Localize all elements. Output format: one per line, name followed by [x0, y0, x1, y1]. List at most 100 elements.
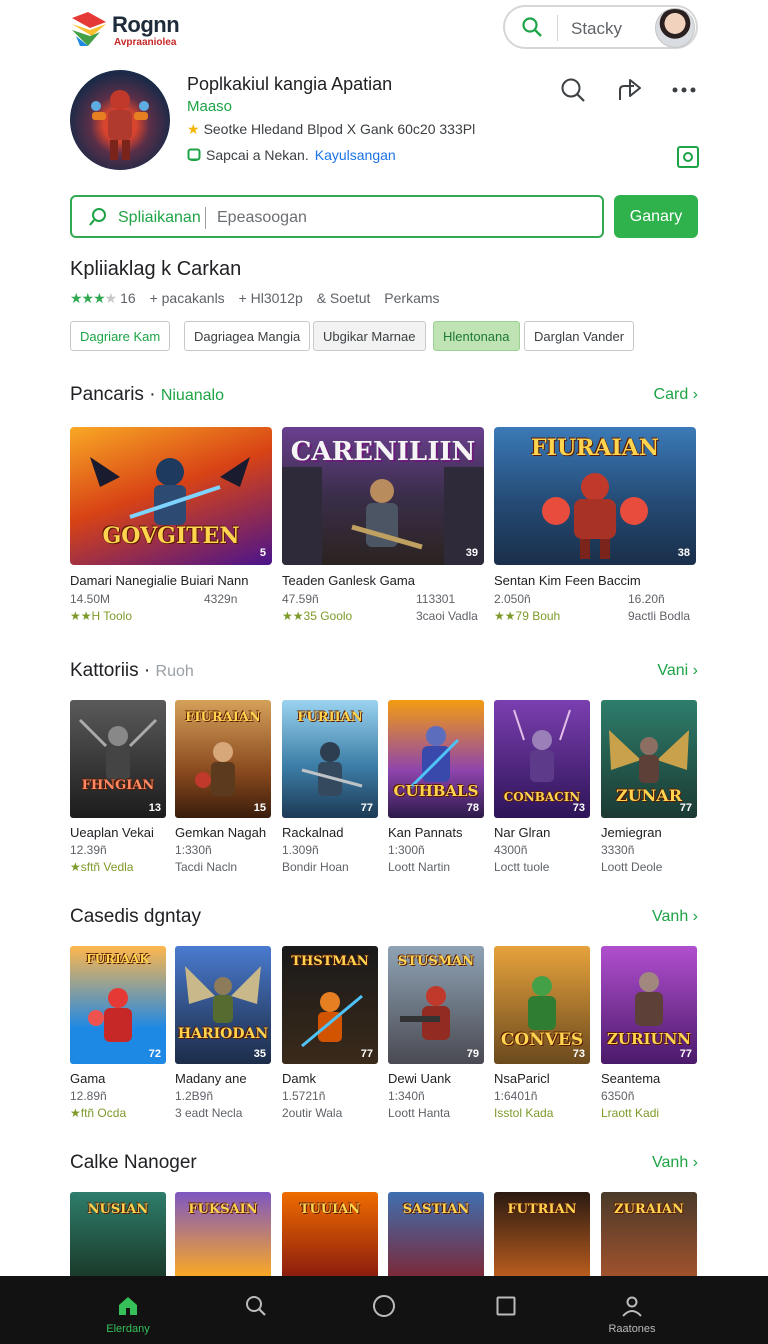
- app-contains-link[interactable]: Kayulsangan: [315, 147, 396, 163]
- game-thumbnail: FUTRIAN: [494, 1192, 590, 1276]
- app-header: Poplkakiul kangia Apatian Maaso ★ Seotke …: [0, 64, 768, 184]
- art-caption: FUTRIAN: [507, 1202, 577, 1217]
- nav-system-home[interactable]: [334, 1276, 434, 1344]
- game-card[interactable]: FUKSAIN: [175, 1192, 271, 1276]
- logo-title: Rognn: [112, 12, 180, 37]
- section-header: Kattoriis · Ruoh Vani ›: [70, 660, 698, 686]
- chip[interactable]: Ubgikar Marnae: [313, 321, 426, 351]
- see-more-link[interactable]: Vanh ›: [652, 1154, 698, 1172]
- game-card[interactable]: ZURAIAN: [601, 1192, 697, 1276]
- game-rating: ★★79 Bouh: [494, 609, 561, 623]
- app-developer[interactable]: Maaso: [187, 98, 232, 115]
- game-card[interactable]: CONBACIN 73 Nar Glran 4300ñ Loctt tuole: [494, 700, 590, 875]
- game-card[interactable]: CONVES 73 NsaParicl 1:6401ñ Isstol Kada: [494, 946, 590, 1121]
- game-downloads: 1:330ñ: [175, 843, 212, 857]
- game-card[interactable]: GOVGITEN 5 Damari Nanegialie Buiari Nann…: [70, 427, 272, 627]
- game-tag: Bondir Hoan: [282, 860, 349, 874]
- game-title: Ueaplan Vekai: [70, 825, 154, 840]
- see-more-link[interactable]: Vanh ›: [652, 908, 698, 926]
- card-badge: 78: [466, 802, 479, 814]
- star-icon: ★: [187, 121, 200, 137]
- game-tag: Loott Deole: [601, 860, 663, 874]
- game-downloads: 2.050ñ: [494, 592, 531, 606]
- see-more-link[interactable]: Vani ›: [657, 662, 698, 680]
- install-row: Spliaikanan Epeasoogan Ganary: [0, 195, 768, 239]
- install-field[interactable]: Spliaikanan Epeasoogan: [70, 195, 604, 238]
- game-thumbnail: SASTIAN: [388, 1192, 484, 1276]
- game-card[interactable]: FURIAAK 72 Gama 12.89ñ ★ftñ Ocda: [70, 946, 166, 1121]
- screen-mode-icon[interactable]: [677, 146, 699, 168]
- share-icon[interactable]: [616, 76, 644, 104]
- game-card[interactable]: STUSMAN 79 Dewi Uank 1:340ñ Loott Hanta: [388, 946, 484, 1121]
- card-badge: 79: [466, 1048, 479, 1060]
- see-more-label: Vanh: [652, 1154, 689, 1171]
- app-title: Poplkakiul kangia Apatian: [187, 74, 393, 94]
- game-card[interactable]: FURIIAN 77 Rackalnad 1.309ñ Bondir Hoan: [282, 700, 378, 875]
- game-card[interactable]: FIURAIAN 15 Gemkan Nagah 1:330ñ Tacdi Na…: [175, 700, 271, 875]
- nav-home[interactable]: Elerdany: [78, 1276, 178, 1344]
- game-card[interactable]: FIURAIAN 38 Sentan Kim Feen Baccim 2.050…: [494, 427, 696, 627]
- art-caption: ZURAIAN: [614, 1202, 684, 1217]
- top-search-bar[interactable]: Stacky: [503, 5, 698, 49]
- game-thumbnail: FURIAAK 72: [70, 946, 166, 1064]
- game-card[interactable]: TUUIAN: [282, 1192, 378, 1276]
- app-store-logo[interactable]: Rognn Avpraaniolea: [70, 6, 190, 50]
- section-subtitle: Ruoh: [155, 663, 194, 680]
- game-card[interactable]: CARENILIIN 39 Teaden Ganlesk Gama 47.59ñ…: [282, 427, 484, 627]
- see-more-link[interactable]: Card ›: [654, 386, 698, 404]
- game-card[interactable]: CUHBALS 78 Kan Pannats 1:300ñ Loott Nart…: [388, 700, 484, 875]
- section-title-text: Kattoriis: [70, 660, 139, 681]
- chevron-right-icon: ›: [692, 662, 698, 679]
- game-downloads: 6350ñ: [601, 1089, 635, 1103]
- game-card[interactable]: NUSIAN: [70, 1192, 166, 1276]
- art-caption: CUHBALS: [393, 782, 479, 800]
- nav-profile[interactable]: Raatones: [582, 1276, 682, 1344]
- install-button[interactable]: Ganary: [614, 195, 698, 238]
- game-downloads: 1.2B9ñ: [175, 1089, 214, 1103]
- game-card[interactable]: SASTIAN: [388, 1192, 484, 1276]
- chip[interactable]: Darglan Vander: [524, 321, 635, 351]
- search-icon[interactable]: [559, 76, 587, 104]
- game-downloads: 1:300ñ: [388, 843, 425, 857]
- game-card[interactable]: FUTRIAN: [494, 1192, 590, 1276]
- card-badge: 39: [465, 547, 478, 559]
- game-card[interactable]: THSTMAN 77 Damk 1.5721ñ 2outir Wala: [282, 946, 378, 1121]
- game-thumbnail: CONVES 73: [494, 946, 590, 1064]
- art-caption: CONVES: [500, 1030, 584, 1050]
- search-icon: [522, 17, 542, 37]
- game-title: Sentan Kim Feen Baccim: [494, 573, 641, 588]
- chevron-right-icon: ›: [692, 1154, 698, 1171]
- card-badge: 77: [679, 802, 692, 814]
- game-thumbnail: NUSIAN: [70, 1192, 166, 1276]
- search-label: Stacky: [571, 19, 623, 38]
- nav-search[interactable]: [206, 1276, 306, 1344]
- game-tag: Loott Hanta: [388, 1106, 451, 1120]
- app-contains-text: Sapcai a Nekan.: [206, 147, 309, 163]
- game-card[interactable]: FHNGIAN 13 Ueaplan Vekai 12.39ñ ★sftñ Ve…: [70, 700, 166, 875]
- game-thumbnail: GOVGITEN 5: [70, 427, 272, 565]
- chip-active[interactable]: Hlentonana: [433, 321, 520, 351]
- game-card[interactable]: HARIODAN 35 Madany ane 1.2B9ñ 3 eadt Nec…: [175, 946, 271, 1121]
- art-caption: FURIAAK: [86, 952, 150, 966]
- stat-rated: & Soetut: [316, 290, 371, 306]
- game-thumbnail: CUHBALS 78: [388, 700, 484, 818]
- more-options-icon[interactable]: [670, 76, 698, 104]
- install-field-divider: [205, 207, 206, 229]
- game-tag: Tacdi Nacln: [175, 860, 238, 874]
- nav-label: Elerdany: [106, 1323, 150, 1335]
- art-caption: FHNGIAN: [81, 778, 155, 793]
- card-badge: 5: [259, 547, 266, 559]
- chevron-right-icon: ›: [692, 908, 698, 925]
- chip[interactable]: Dagriagea Mangia: [184, 321, 311, 351]
- game-card[interactable]: ZUNAR 77 Jemiegran 3330ñ Loott Deole: [601, 700, 697, 875]
- card-badge: 73: [572, 802, 585, 814]
- game-downloads: 1:6401ñ: [494, 1089, 538, 1103]
- game-thumbnail: THSTMAN 77: [282, 946, 378, 1064]
- game-card[interactable]: ZURIUNN 77 Seantema 6350ñ Lraott Kadi: [601, 946, 697, 1121]
- game-thumbnail: TUUIAN: [282, 1192, 378, 1276]
- app-meta: ★ Seotke Hledand Blpod X Gank 60c20 333Pl: [187, 121, 475, 138]
- chip[interactable]: Dagriare Kam: [70, 321, 171, 351]
- game-tag: 2outir Wala: [282, 1106, 343, 1120]
- user-avatar[interactable]: [655, 8, 695, 48]
- nav-recents[interactable]: [456, 1276, 556, 1344]
